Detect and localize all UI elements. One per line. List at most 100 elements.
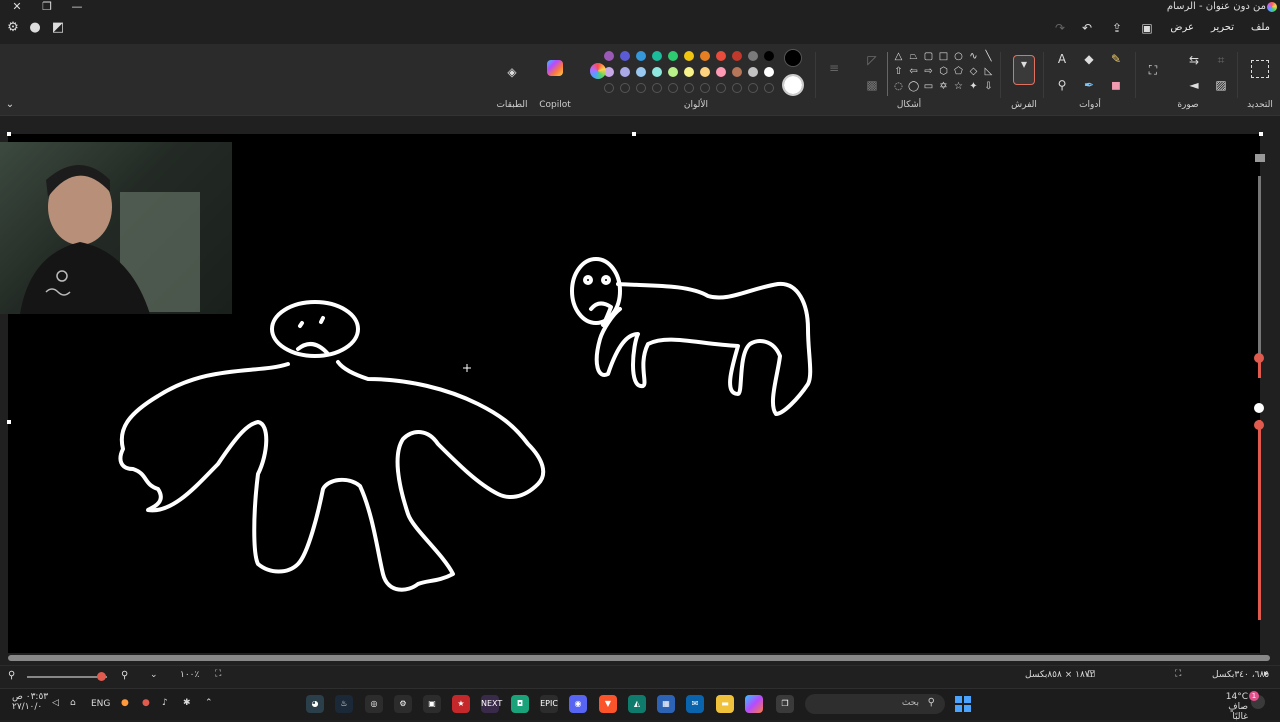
palette-color-swatch[interactable] [636, 67, 646, 77]
size-slider-track[interactable] [1258, 420, 1261, 620]
selection-tool-icon[interactable] [1251, 60, 1269, 78]
palette-color-swatch[interactable] [652, 51, 662, 61]
six-point-star-shape-icon[interactable]: ✡ [938, 81, 949, 92]
palette-color-swatch[interactable] [764, 67, 774, 77]
rockstar-icon[interactable]: ★ [452, 695, 470, 713]
zoom-slider[interactable] [27, 672, 107, 681]
search-app-icon[interactable]: ◎ [365, 695, 383, 713]
pentagon-shape-icon[interactable]: ⬠ [953, 66, 964, 77]
magnifier-icon[interactable]: ⚲ [1054, 77, 1070, 93]
custom-color-slot[interactable] [604, 83, 614, 93]
crop-icon[interactable]: ⌗ [1213, 52, 1229, 68]
start-button-icon[interactable] [955, 696, 971, 712]
shape-fill-icon[interactable]: ▩ [864, 77, 880, 93]
primary-color-swatch[interactable] [784, 49, 802, 67]
stroke-size-icon[interactable]: ≡ [826, 60, 842, 76]
zoom-slider-thumb[interactable] [97, 672, 106, 681]
chevron-down-icon[interactable]: ⌄ [2, 97, 18, 113]
pencil-icon[interactable]: ✎ [1108, 51, 1124, 67]
epic-games-icon[interactable]: EPIC [540, 695, 558, 713]
copilot-taskbar-icon[interactable] [745, 695, 763, 713]
canvas-resize-handle[interactable] [632, 132, 636, 136]
canvas-resize-handle[interactable] [1259, 132, 1263, 136]
rectangle-shape-icon[interactable]: □ [938, 51, 949, 62]
file-explorer-icon[interactable]: ▬ [716, 695, 734, 713]
menu-view[interactable]: عرض [1170, 22, 1194, 33]
zoom-level[interactable]: ١٠٠٪ [180, 670, 199, 680]
menu-file[interactable]: ملف [1251, 22, 1270, 33]
five-point-star-shape-icon[interactable]: ☆ [953, 81, 964, 92]
custom-color-slot[interactable] [668, 83, 678, 93]
custom-color-slot[interactable] [716, 83, 726, 93]
microsoft-store-icon[interactable]: ▦ [657, 695, 675, 713]
menu-edit[interactable]: تحرير [1211, 22, 1234, 33]
palette-color-swatch[interactable] [700, 51, 710, 61]
callout-cloud-shape-icon[interactable]: ◌ [893, 81, 904, 92]
brush-icon[interactable]: ▾ [1013, 55, 1035, 85]
undo-icon[interactable]: ↶ [1080, 21, 1094, 35]
restore-window-button[interactable]: ❐ [32, 0, 62, 14]
four-point-star-shape-icon[interactable]: ✦ [968, 81, 979, 92]
save-icon[interactable]: ▣ [1140, 21, 1154, 35]
polygon-shape-icon[interactable]: ⏢ [908, 51, 919, 62]
custom-color-slot[interactable] [748, 83, 758, 93]
microphone-icon[interactable]: ● [121, 698, 129, 708]
close-window-button[interactable]: ✕ [2, 0, 32, 14]
callout-oval-shape-icon[interactable]: ◯ [908, 81, 919, 92]
eraser-icon[interactable]: ◼ [1108, 77, 1124, 93]
volume-icon[interactable]: ◁ [52, 698, 59, 708]
palette-color-swatch[interactable] [668, 67, 678, 77]
tray-app-icon[interactable]: ● [142, 698, 150, 708]
rotate-icon[interactable]: ◄ [1186, 77, 1202, 93]
background-removal-icon[interactable]: ▨ [1213, 77, 1229, 93]
right-arrow-shape-icon[interactable]: ⇨ [923, 66, 934, 77]
rounded-rect-shape-icon[interactable]: ▢ [923, 51, 934, 62]
zoom-out-icon[interactable]: ⚲ [8, 670, 15, 681]
minimize-window-button[interactable]: — [62, 0, 92, 14]
hexagon-shape-icon[interactable]: ⬡ [938, 66, 949, 77]
palette-color-swatch[interactable] [636, 51, 646, 61]
palette-color-swatch[interactable] [668, 51, 678, 61]
task-view-icon[interactable]: ❐ [776, 695, 794, 713]
custom-color-slot[interactable] [620, 83, 630, 93]
game-app-icon[interactable]: ▣ [423, 695, 441, 713]
chat-app-icon[interactable]: ◘ [511, 695, 529, 713]
custom-color-slot[interactable] [652, 83, 662, 93]
feedback-icon[interactable]: ◩ [50, 20, 66, 36]
chevron-up-icon[interactable]: ⌃ [205, 698, 213, 708]
discord-icon[interactable]: ◉ [569, 695, 587, 713]
shape-outline-icon[interactable]: ◸ [864, 52, 880, 68]
line-shape-icon[interactable]: ╲ [983, 51, 994, 62]
share-icon[interactable]: ⇪ [1110, 21, 1124, 35]
size-slider-thumb[interactable] [1254, 420, 1264, 430]
resize-icon[interactable]: ⇆ [1186, 52, 1202, 68]
settings-app-icon[interactable]: ⚙ [394, 695, 412, 713]
callout-rect-shape-icon[interactable]: ▭ [923, 81, 934, 92]
oval-shape-icon[interactable]: ○ [953, 51, 964, 62]
custom-color-slot[interactable] [700, 83, 710, 93]
scroll-thumb[interactable] [1254, 353, 1264, 363]
palette-color-swatch[interactable] [748, 67, 758, 77]
palette-color-swatch[interactable] [620, 67, 630, 77]
right-triangle-shape-icon[interactable]: ◺ [983, 66, 994, 77]
custom-color-slot[interactable] [684, 83, 694, 93]
fit-to-window-icon[interactable]: ⛶ [215, 669, 221, 679]
horizontal-scrollbar[interactable] [8, 655, 1270, 661]
palette-color-swatch[interactable] [732, 51, 742, 61]
redo-icon[interactable]: ↷ [1053, 21, 1067, 35]
palette-color-swatch[interactable] [652, 67, 662, 77]
palette-color-swatch[interactable] [764, 51, 774, 61]
palette-color-swatch[interactable] [716, 51, 726, 61]
palette-color-swatch[interactable] [604, 51, 614, 61]
account-icon[interactable]: ● [27, 20, 43, 36]
palette-color-swatch[interactable] [716, 67, 726, 77]
language-indicator[interactable]: ENG [91, 699, 110, 709]
network-icon[interactable]: ⌂ [70, 698, 76, 708]
palette-color-swatch[interactable] [748, 51, 758, 61]
next-app-icon[interactable]: NEXT [481, 695, 502, 713]
up-arrow-shape-icon[interactable]: ⇧ [893, 66, 904, 77]
left-arrow-shape-icon[interactable]: ⇦ [908, 66, 919, 77]
edit-colors-icon[interactable] [590, 63, 606, 79]
canvas-resize-handle[interactable] [7, 420, 11, 424]
weather-widget[interactable]: 14°C صافٍ غالبًا [1212, 692, 1248, 722]
